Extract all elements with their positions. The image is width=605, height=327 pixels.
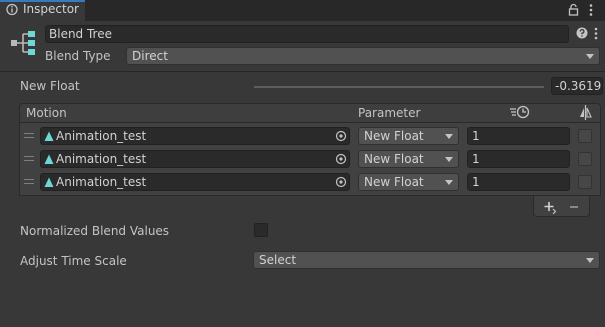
- motion-row: Animation_test New Float 1: [19, 170, 601, 193]
- motion-name: Animation_test: [56, 129, 147, 143]
- chevron-down-icon: [586, 258, 594, 263]
- motion-object-field[interactable]: Animation_test: [40, 173, 350, 191]
- normalized-blend-label: Normalized Blend Values: [20, 224, 170, 238]
- row-parameter-value: New Float: [364, 152, 424, 166]
- mirror-icon: [580, 105, 592, 120]
- chevron-down-icon: [586, 54, 594, 59]
- object-picker-button[interactable]: [331, 174, 349, 190]
- info-icon: [6, 3, 18, 16]
- row-parameter-dropdown[interactable]: New Float: [358, 127, 459, 145]
- motion-name: Animation_test: [56, 152, 147, 166]
- object-picker-button[interactable]: [331, 151, 349, 167]
- adjust-time-scale-label: Adjust Time Scale: [20, 254, 127, 268]
- row-mirror-checkbox[interactable]: [578, 152, 592, 166]
- chevron-down-icon: [445, 134, 453, 139]
- blend-type-dropdown[interactable]: Direct: [126, 47, 600, 65]
- motion-name: Animation_test: [56, 175, 147, 189]
- motion-object-field[interactable]: Animation_test: [40, 150, 350, 168]
- parameter-value-field[interactable]: -0.3619: [551, 77, 603, 95]
- parameter-slider[interactable]: [254, 86, 544, 88]
- tab-label: Inspector: [23, 2, 79, 16]
- column-parameter: Parameter: [358, 106, 421, 120]
- vertical-dots-icon[interactable]: [588, 3, 594, 17]
- motion-row: Animation_test New Float 1: [19, 124, 601, 147]
- adjust-time-scale-value: Select: [259, 253, 297, 267]
- blend-type-value: Direct: [132, 49, 168, 63]
- blend-tree-icon: [11, 31, 35, 55]
- row-threshold-field[interactable]: 1: [467, 150, 570, 168]
- add-motion-button[interactable]: [543, 200, 557, 214]
- drag-handle-icon[interactable]: [24, 179, 34, 184]
- chevron-down-icon: [445, 157, 453, 162]
- row-parameter-value: New Float: [364, 129, 424, 143]
- title-bar: [0, 0, 605, 21]
- help-icon[interactable]: [576, 27, 588, 39]
- row-parameter-dropdown[interactable]: New Float: [358, 150, 459, 168]
- motion-row: Animation_test New Float 1: [19, 147, 601, 170]
- target-icon: [335, 130, 347, 142]
- animation-clip-icon: [44, 131, 54, 141]
- object-picker-button[interactable]: [331, 128, 349, 144]
- target-icon: [335, 176, 347, 188]
- motion-object-field[interactable]: Animation_test: [40, 127, 350, 145]
- blend-type-label: Blend Type: [45, 49, 111, 63]
- parameter-label: New Float: [20, 79, 80, 93]
- list-footer: [533, 196, 590, 217]
- column-motion: Motion: [26, 106, 67, 120]
- row-mirror-checkbox[interactable]: [578, 175, 592, 189]
- drag-handle-icon[interactable]: [24, 133, 34, 138]
- vertical-dots-icon[interactable]: [593, 27, 599, 40]
- drag-handle-icon[interactable]: [24, 156, 34, 161]
- chevron-down-icon: [445, 180, 453, 185]
- row-mirror-checkbox[interactable]: [578, 129, 592, 143]
- divider: [0, 71, 605, 72]
- animation-clip-icon: [44, 154, 54, 164]
- remove-motion-button[interactable]: [567, 200, 581, 214]
- time-scale-icon: [510, 105, 530, 119]
- animation-clip-icon: [44, 177, 54, 187]
- row-threshold-field[interactable]: 1: [467, 173, 570, 191]
- adjust-time-scale-dropdown[interactable]: Select: [253, 251, 600, 269]
- lock-icon[interactable]: [568, 3, 579, 16]
- target-icon: [335, 153, 347, 165]
- row-parameter-value: New Float: [364, 175, 424, 189]
- normalized-blend-checkbox[interactable]: [254, 223, 268, 237]
- blend-tree-name-field[interactable]: Blend Tree: [45, 25, 569, 43]
- row-threshold-field[interactable]: 1: [467, 127, 570, 145]
- row-parameter-dropdown[interactable]: New Float: [358, 173, 459, 191]
